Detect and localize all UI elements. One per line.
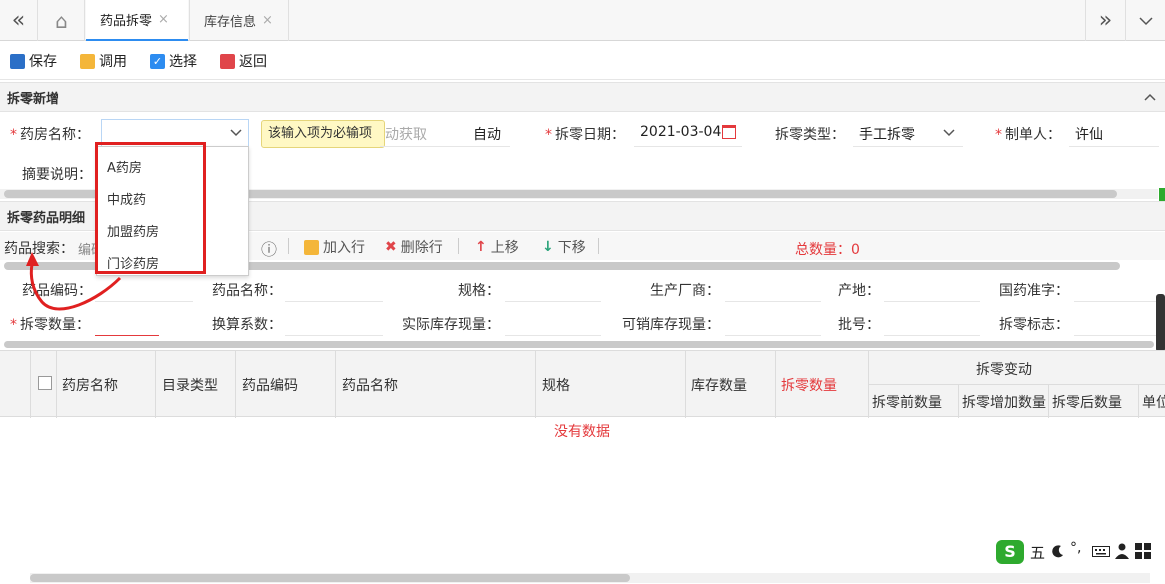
add-row-icon bbox=[304, 239, 319, 255]
tab-bar: « ⌂ 药品拆零 × 库存信息 × » bbox=[0, 0, 1165, 41]
user-icon[interactable] bbox=[1115, 543, 1129, 559]
required-tooltip: 该输入项为必输项 bbox=[261, 120, 385, 148]
select-all-checkbox[interactable] bbox=[38, 376, 52, 390]
save-button[interactable]: 保存 bbox=[10, 51, 57, 71]
split-flag-label: 拆零标志： bbox=[999, 317, 1069, 333]
col-pharmacy[interactable]: 药房名称 bbox=[62, 375, 118, 395]
col-unit[interactable]: 单位 bbox=[1142, 392, 1165, 412]
actual-stock-label: 实际库存现量： bbox=[402, 317, 500, 333]
keyboard-icon[interactable] bbox=[1092, 546, 1110, 557]
invoke-icon bbox=[80, 53, 95, 69]
tab-label: 库存信息 bbox=[204, 15, 257, 30]
moon-icon[interactable] bbox=[1051, 544, 1065, 558]
batch-label: 批号： bbox=[838, 317, 880, 333]
ime-toolbar: S 五 °, bbox=[996, 538, 1165, 566]
tabs-menu-button[interactable] bbox=[1125, 0, 1165, 41]
double-chevron-right-icon: » bbox=[1098, 8, 1113, 33]
col-drug-name[interactable]: 药品名称 bbox=[342, 375, 398, 395]
tabs-scroll-right-button[interactable]: » bbox=[1085, 0, 1125, 41]
invoke-label: 调用 bbox=[99, 54, 127, 70]
close-icon[interactable]: × bbox=[262, 13, 273, 28]
conversion-label: 换算系数： bbox=[212, 317, 282, 333]
approval-label: 国药准字： bbox=[999, 283, 1069, 299]
type-select[interactable]: 手工拆零 bbox=[859, 124, 915, 144]
chevron-down-icon[interactable] bbox=[943, 129, 955, 137]
col-catalog-type[interactable]: 目录类型 bbox=[162, 375, 218, 395]
move-down-button[interactable]: ↓ 下移 bbox=[542, 237, 586, 257]
double-chevron-left-icon: « bbox=[11, 8, 26, 33]
ime-mode[interactable]: 五 bbox=[1030, 542, 1045, 563]
col-before-qty[interactable]: 拆零前数量 bbox=[872, 392, 942, 412]
col-stock-qty[interactable]: 库存数量 bbox=[691, 375, 747, 395]
origin-label: 产地： bbox=[838, 283, 880, 299]
manufacturer-label: 生产厂商： bbox=[650, 283, 720, 299]
scroll-indicator bbox=[1159, 188, 1165, 201]
move-up-button[interactable]: ↑ 上移 bbox=[475, 237, 519, 257]
select-button[interactable]: ✓ 选择 bbox=[150, 51, 197, 71]
arrow-up-icon: ↑ bbox=[475, 239, 487, 255]
arrow-down-icon: ↓ bbox=[542, 239, 554, 255]
fields-scrollbar[interactable] bbox=[4, 341, 1154, 348]
toolbar: 保存 调用 ✓ 选择 返回 bbox=[0, 42, 1165, 80]
invoke-button[interactable]: 调用 bbox=[80, 51, 127, 71]
back-button[interactable]: 返回 bbox=[220, 51, 267, 71]
col-group-split-change: 拆零变动 bbox=[976, 362, 1032, 378]
chevron-down-icon bbox=[230, 129, 242, 137]
back-icon bbox=[220, 53, 235, 69]
select-label: 选择 bbox=[169, 54, 197, 70]
save-icon bbox=[10, 53, 25, 69]
pharmacy-label: * 药房名称： bbox=[10, 127, 90, 143]
maker-value: 许仙 bbox=[1075, 127, 1103, 143]
auto-value: 自动 bbox=[473, 127, 501, 143]
tabs-scroll-left-button[interactable]: « bbox=[0, 0, 38, 41]
annotation-arrow bbox=[26, 252, 122, 311]
checkbox-icon: ✓ bbox=[150, 53, 165, 69]
col-after-qty[interactable]: 拆零后数量 bbox=[1052, 392, 1122, 412]
tab-inventory[interactable]: 库存信息 × bbox=[189, 0, 289, 41]
maker-label: * 制单人： bbox=[995, 127, 1061, 143]
date-label: * 拆零日期： bbox=[545, 127, 625, 143]
info-icon[interactable]: ⓘ bbox=[261, 236, 277, 260]
auto-fetch-text: 动获取 bbox=[385, 127, 427, 143]
spec-label: 规格： bbox=[458, 283, 500, 299]
section-title: 拆零新增 bbox=[7, 91, 60, 107]
section-title: 拆零药品明细 bbox=[7, 210, 86, 226]
chevron-down-icon bbox=[1138, 16, 1153, 25]
total-quantity: 总数量：0 bbox=[795, 242, 860, 258]
drug-name-label: 药品名称： bbox=[212, 283, 282, 299]
tab-drug-split[interactable]: 药品拆零 × bbox=[86, 0, 188, 41]
grid-menu-icon[interactable] bbox=[1135, 543, 1151, 559]
col-spec[interactable]: 规格 bbox=[542, 375, 570, 395]
summary-label: 摘要说明： bbox=[22, 167, 92, 183]
tab-label: 药品拆零 bbox=[100, 14, 153, 29]
empty-grid-message: 没有数据 bbox=[554, 424, 610, 440]
saleable-stock-label: 可销库存现量： bbox=[622, 317, 720, 333]
collapse-icon[interactable] bbox=[1144, 93, 1156, 101]
col-split-qty[interactable]: 拆零数量 bbox=[781, 375, 837, 395]
home-tab[interactable]: ⌂ bbox=[39, 0, 85, 41]
add-row-button[interactable]: 加入行 bbox=[304, 237, 365, 257]
delete-row-button[interactable]: ✖ 删除行 bbox=[385, 237, 443, 257]
punctuation-icon[interactable]: °, bbox=[1070, 540, 1081, 556]
close-icon[interactable]: × bbox=[158, 12, 169, 27]
ime-logo-icon[interactable]: S bbox=[996, 540, 1024, 564]
calendar-icon[interactable] bbox=[722, 125, 736, 139]
side-handle[interactable] bbox=[1156, 294, 1165, 352]
save-label: 保存 bbox=[29, 54, 57, 70]
delete-icon: ✖ bbox=[385, 239, 397, 255]
col-added-qty[interactable]: 拆零增加数量 bbox=[962, 392, 1046, 412]
back-label: 返回 bbox=[239, 54, 267, 70]
section-header-split-new: 拆零新增 bbox=[0, 82, 1165, 112]
home-icon: ⌂ bbox=[55, 8, 68, 33]
type-label: 拆零类型： bbox=[775, 127, 845, 143]
date-input[interactable]: 2021-03-04 bbox=[640, 124, 721, 140]
grid-scrollbar[interactable] bbox=[30, 574, 630, 582]
col-drug-code[interactable]: 药品编码 bbox=[242, 375, 298, 395]
grid-header: 药房名称 目录类型 药品编码 药品名称 规格 库存数量 拆零数量 拆零变动 拆零… bbox=[0, 350, 1165, 418]
